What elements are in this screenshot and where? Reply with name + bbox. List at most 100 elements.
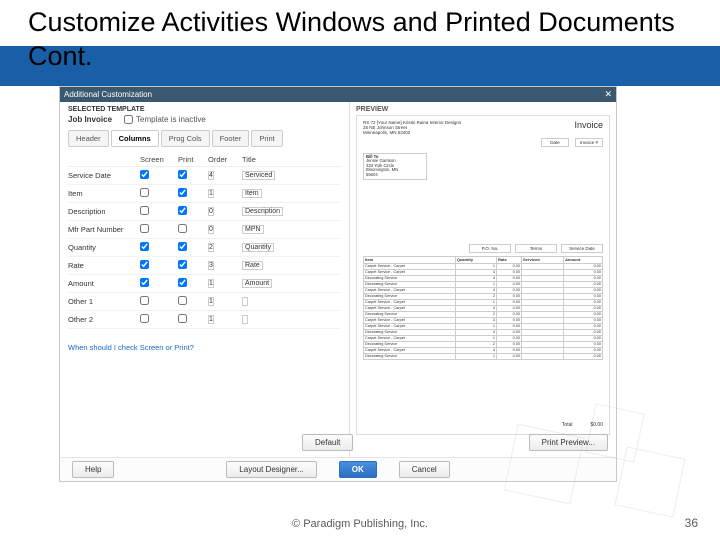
order-input[interactable]: 1: [208, 279, 214, 288]
column-name: Mfr Part Number: [68, 225, 140, 234]
tab-prog-cols[interactable]: Prog Cols: [161, 130, 210, 147]
title-input[interactable]: Quantity: [242, 243, 274, 252]
tab-print[interactable]: Print: [251, 130, 282, 147]
title-input[interactable]: MPN: [242, 225, 264, 234]
column-config-row: Service Date 4 Serviced: [68, 167, 341, 185]
template-inactive-label: Template is inactive: [136, 115, 206, 124]
print-checkbox[interactable]: [178, 242, 187, 251]
screen-checkbox[interactable]: [140, 224, 149, 233]
column-name: Other 2: [68, 315, 140, 324]
default-button[interactable]: Default: [302, 434, 353, 451]
template-inactive-checkbox[interactable]: [124, 115, 133, 124]
layout-designer-button[interactable]: Layout Designer...: [226, 461, 316, 478]
th-amount: Amount: [564, 256, 603, 263]
company-address: RS 72 [Your Name] Kristin Raina Interior…: [363, 120, 461, 136]
po-box: P.O. No.: [469, 244, 511, 253]
title-input[interactable]: Serviced: [242, 171, 275, 180]
col-header-screen: Screen: [140, 155, 178, 164]
print-checkbox[interactable]: [178, 206, 187, 215]
column-config-row: Mfr Part Number 0 MPN: [68, 221, 341, 239]
title-input[interactable]: Rate: [242, 261, 263, 270]
order-input[interactable]: 0: [208, 225, 214, 234]
column-config-row: Rate 3 Rate: [68, 257, 341, 275]
cancel-button[interactable]: Cancel: [399, 461, 450, 478]
column-config-row: Amount 1 Amount: [68, 275, 341, 293]
title-input[interactable]: [242, 315, 248, 324]
column-config-row: Item 1 Item: [68, 185, 341, 203]
th-qty: Quantity: [455, 256, 496, 263]
help-button[interactable]: Help: [72, 461, 114, 478]
tab-columns[interactable]: Columns: [111, 130, 159, 147]
column-name: Rate: [68, 261, 140, 270]
ok-button[interactable]: OK: [339, 461, 377, 478]
print-checkbox[interactable]: [178, 314, 187, 323]
column-name: Description: [68, 207, 140, 216]
invoice-preview: RS 72 [Your Name] Kristin Raina Interior…: [356, 115, 610, 435]
selected-template-label: SELECTED TEMPLATE: [68, 106, 341, 113]
th-rate: Rate: [497, 256, 522, 263]
meta-date: Date: [541, 138, 569, 147]
print-checkbox[interactable]: [178, 260, 187, 269]
line-items-table: Item Quantity Rate Serviced Amount Carpe…: [363, 256, 603, 360]
print-checkbox[interactable]: [178, 296, 187, 305]
dialog-titlebar: Additional Customization ✕: [60, 87, 616, 102]
print-checkbox[interactable]: [178, 188, 187, 197]
dialog-title: Additional Customization: [64, 90, 152, 99]
order-input[interactable]: 2: [208, 243, 214, 252]
slide-title: Customize Activities Windows and Printed…: [28, 6, 720, 74]
meta-invoice-no: Invoice #: [575, 138, 603, 147]
order-input[interactable]: 3: [208, 261, 214, 270]
col-header-print: Print: [178, 155, 208, 164]
title-input[interactable]: [242, 297, 248, 306]
column-config-row: Other 1 1: [68, 293, 341, 311]
col-header-order: Order: [208, 155, 242, 164]
th-serviced: Serviced: [522, 256, 564, 263]
print-checkbox[interactable]: [178, 224, 187, 233]
col-header-title: Title: [242, 155, 341, 164]
column-name: Item: [68, 189, 140, 198]
title-input[interactable]: Item: [242, 189, 262, 198]
print-checkbox[interactable]: [178, 170, 187, 179]
screen-checkbox[interactable]: [140, 278, 149, 287]
column-name: Service Date: [68, 171, 140, 180]
title-input[interactable]: Description: [242, 207, 283, 216]
tab-bar: Header Columns Prog Cols Footer Print: [68, 130, 341, 147]
company-line: Minneapolis, MN 53402: [363, 130, 461, 135]
context-row: P.O. No. Terms Service Date: [363, 244, 603, 253]
screen-checkbox[interactable]: [140, 170, 149, 179]
bill-to-line: 55604: [366, 173, 424, 178]
order-input[interactable]: 4: [208, 171, 214, 180]
bill-to-box: Bill To Jennie Garrison 333 York Circle …: [363, 153, 427, 180]
screen-checkbox[interactable]: [140, 260, 149, 269]
column-config-row: Other 2 1: [68, 311, 341, 329]
terms-box: Terms: [515, 244, 557, 253]
settings-pane: SELECTED TEMPLATE Job Invoice Template i…: [60, 102, 350, 457]
th-item: Item: [364, 256, 456, 263]
preview-label: PREVIEW: [356, 106, 610, 113]
tab-header[interactable]: Header: [68, 130, 109, 147]
print-checkbox[interactable]: [178, 278, 187, 287]
service-date-box: Service Date: [561, 244, 603, 253]
tab-footer[interactable]: Footer: [212, 130, 250, 147]
help-link-screen-print[interactable]: When should I check Screen or Print?: [68, 343, 341, 352]
screen-checkbox[interactable]: [140, 242, 149, 251]
order-input[interactable]: 1: [208, 315, 214, 324]
title-input[interactable]: Amount: [242, 279, 272, 288]
deco-cubes: [500, 390, 710, 530]
screen-checkbox[interactable]: [140, 314, 149, 323]
columns-header-row: Screen Print Order Title: [68, 153, 341, 167]
column-name: Quantity: [68, 243, 140, 252]
order-input[interactable]: 1: [208, 297, 214, 306]
invoice-title: Invoice: [574, 120, 603, 136]
column-config-row: Quantity 2 Quantity: [68, 239, 341, 257]
close-icon[interactable]: ✕: [604, 89, 612, 100]
order-input[interactable]: 0: [208, 207, 214, 216]
column-name: Other 1: [68, 297, 140, 306]
order-input[interactable]: 1: [208, 189, 214, 198]
screen-checkbox[interactable]: [140, 296, 149, 305]
template-name: Job Invoice: [68, 115, 112, 124]
screen-checkbox[interactable]: [140, 206, 149, 215]
screen-checkbox[interactable]: [140, 188, 149, 197]
column-name: Amount: [68, 279, 140, 288]
column-config-row: Description 0 Description: [68, 203, 341, 221]
